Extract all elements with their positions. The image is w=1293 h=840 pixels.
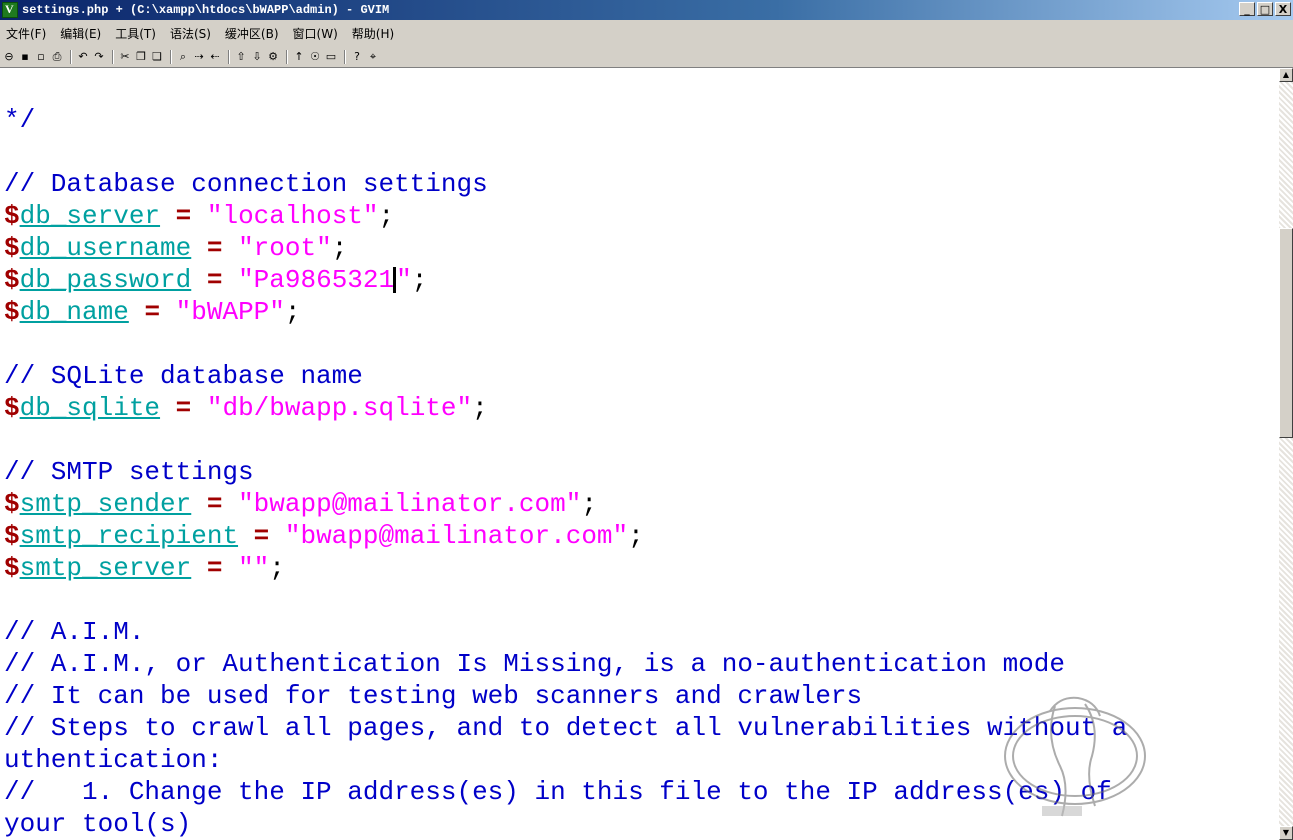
save-session-icon[interactable]: ⇩ [250, 50, 264, 64]
window-controls: _ □ X [1239, 2, 1291, 16]
toolbar-separator [228, 49, 230, 64]
maximize-button[interactable]: □ [1257, 2, 1273, 16]
title-bar[interactable]: settings.php + (C:\xampp\htdocs\bWAPP\ad… [0, 0, 1293, 20]
code-line: $db_name = "bWAPP"; [4, 297, 301, 327]
toolbar-separator [344, 49, 346, 64]
save-icon[interactable]: ▪ [18, 50, 32, 64]
code-line: $smtp_recipient = "bwapp@mailinator.com"… [4, 521, 644, 551]
scroll-thumb[interactable] [1279, 228, 1293, 438]
code-line: // 1. Change the IP address(es) in this … [4, 777, 1112, 807]
code-line: $db_username = "root"; [4, 233, 348, 263]
code-line: $db_sqlite = "db/bwapp.sqlite"; [4, 393, 488, 423]
code-line: $db_password = "Pa9865321"; [4, 265, 428, 295]
horse-logo-watermark [1004, 696, 1146, 817]
cut-icon[interactable]: ✂ [118, 50, 132, 64]
toolbar: ⊖ ▪ ▫ ⎙ ↶ ↷ ✂ ❐ ❏ ⌕ ⇢ ⇠ ⇧ ⇩ ⚙ ↑ ☉ ▭ ? ⌖ [0, 46, 1293, 68]
close-button[interactable]: X [1275, 2, 1291, 16]
menu-syntax[interactable]: 语法(S) [170, 25, 211, 42]
print-icon[interactable]: ⎙ [50, 50, 64, 64]
code-line: $smtp_server = ""; [4, 553, 285, 583]
menu-bar: 文件(F) 编辑(E) 工具(T) 语法(S) 缓冲区(B) 窗口(W) 帮助(… [0, 20, 1293, 46]
find-next-icon[interactable]: ⇢ [192, 50, 206, 64]
make-icon[interactable]: ↑ [292, 50, 306, 64]
scroll-up-icon[interactable]: ▲ [1279, 68, 1293, 82]
code-line: $db_server = "localhost"; [4, 201, 395, 231]
find-help-icon[interactable]: ⌖ [366, 50, 380, 64]
code-line: // Steps to crawl all pages, and to dete… [4, 713, 1128, 743]
toolbar-separator [70, 49, 72, 64]
paste-icon[interactable]: ❏ [150, 50, 164, 64]
code-line: */ [4, 105, 36, 135]
window-title: settings.php + (C:\xampp\htdocs\bWAPP\ad… [22, 3, 390, 17]
code-line: // A.I.M. [4, 617, 145, 647]
scroll-down-icon[interactable]: ▼ [1279, 826, 1293, 840]
code-line: your tool(s) [4, 809, 192, 839]
code-line: // It can be used for testing web scanne… [4, 681, 863, 711]
open-icon[interactable]: ⊖ [2, 50, 16, 64]
editor-area[interactable]: */ // Database connection settings $db_s… [0, 68, 1279, 840]
undo-icon[interactable]: ↶ [76, 50, 90, 64]
find-icon[interactable]: ⌕ [176, 50, 190, 64]
help-icon[interactable]: ? [350, 50, 364, 64]
code-line: // SQLite database name [4, 361, 363, 391]
redo-icon[interactable]: ↷ [92, 50, 106, 64]
toolbar-separator [170, 49, 172, 64]
menu-help[interactable]: 帮助(H) [352, 25, 394, 42]
code-line: // SMTP settings [4, 457, 254, 487]
minimize-button[interactable]: _ [1239, 2, 1255, 16]
code-line: // A.I.M., or Authentication Is Missing,… [4, 649, 1065, 679]
run-script-icon[interactable]: ⚙ [266, 50, 280, 64]
menu-window[interactable]: 窗口(W) [293, 25, 338, 42]
menu-edit[interactable]: 编辑(E) [60, 25, 101, 42]
load-session-icon[interactable]: ⇧ [234, 50, 248, 64]
gvim-icon[interactable] [2, 2, 18, 18]
menu-tools[interactable]: 工具(T) [115, 25, 156, 42]
vertical-scrollbar[interactable]: ▲ ▼ [1279, 68, 1293, 840]
find-prev-icon[interactable]: ⇠ [208, 50, 222, 64]
code-line: uthentication: [4, 745, 223, 775]
code-line: // Database connection settings [4, 169, 488, 199]
toolbar-separator [112, 49, 114, 64]
code-line: $smtp_sender = "bwapp@mailinator.com"; [4, 489, 597, 519]
save-all-icon[interactable]: ▫ [34, 50, 48, 64]
toolbar-separator [286, 49, 288, 64]
jump-tag-icon[interactable]: ▭ [324, 50, 338, 64]
menu-file[interactable]: 文件(F) [6, 25, 46, 42]
copy-icon[interactable]: ❐ [134, 50, 148, 64]
ctags-icon[interactable]: ☉ [308, 50, 322, 64]
menu-buffers[interactable]: 缓冲区(B) [225, 25, 279, 42]
